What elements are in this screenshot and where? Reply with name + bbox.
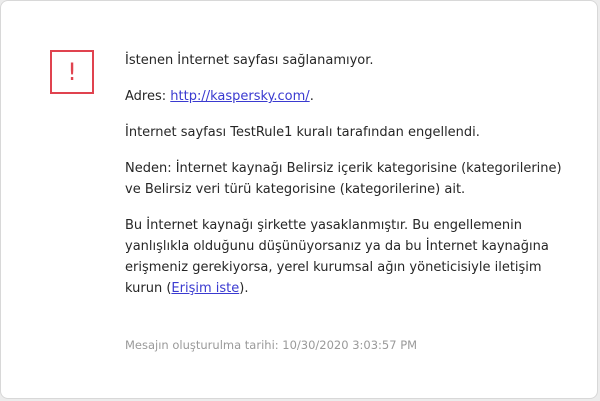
address-line: Adres: http://kaspersky.com/.: [125, 86, 580, 107]
policy-suffix: ).: [239, 281, 249, 296]
address-label: Adres:: [125, 89, 171, 104]
blocked-rule-text: İnternet sayfası TestRule1 kuralı tarafı…: [125, 125, 480, 140]
reason-text: Neden: İnternet kaynağı Belirsiz içerik …: [125, 161, 562, 197]
request-access-link[interactable]: Erişim iste: [171, 281, 239, 296]
policy-text: Bu İnternet kaynağı şirkette yasaklanmış…: [125, 215, 580, 299]
exclamation-glyph: !: [67, 58, 77, 86]
message-timestamp: Mesajın oluşturulma tarihi: 10/30/2020 3…: [125, 338, 418, 352]
address-suffix: .: [309, 89, 314, 104]
blocked-page-card: ! İstenen İnternet sayfası sağlanamıyor.…: [0, 0, 598, 399]
address-link[interactable]: http://kaspersky.com/: [170, 89, 309, 104]
alert-icon: !: [50, 50, 94, 94]
message-body: İstenen İnternet sayfası sağlanamıyor. A…: [125, 50, 580, 314]
message-title: İstenen İnternet sayfası sağlanamıyor.: [125, 53, 374, 68]
